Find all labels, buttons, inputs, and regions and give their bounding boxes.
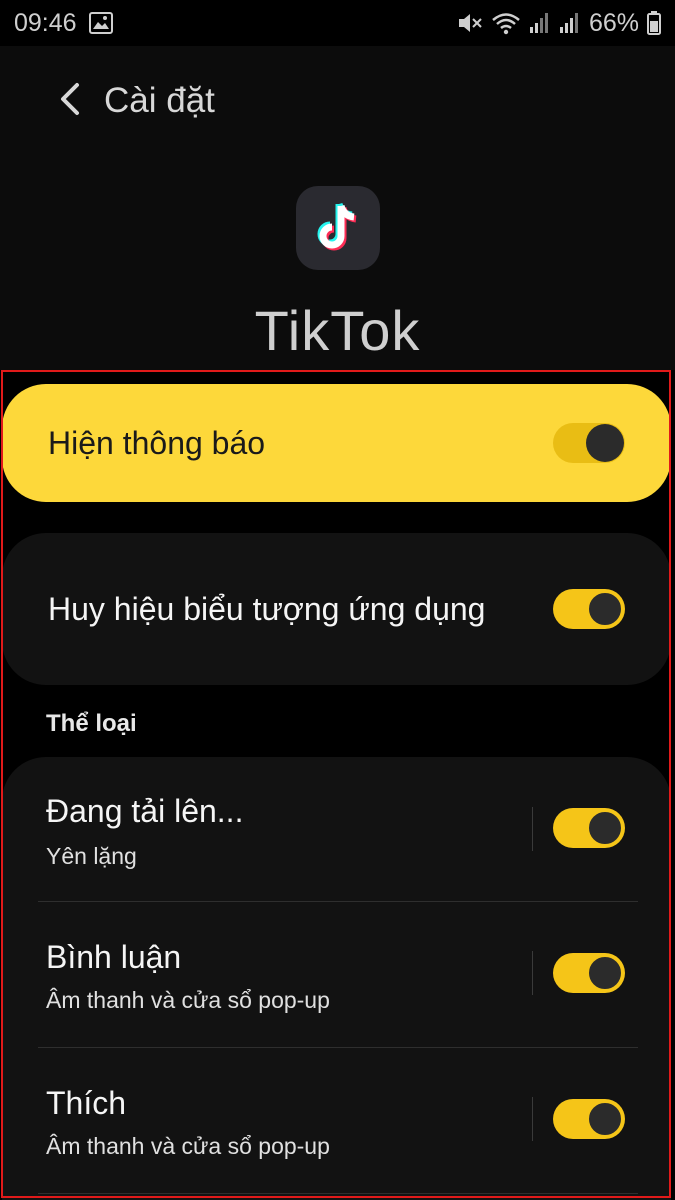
category-subtitle: Âm thanh và cửa sổ pop-up xyxy=(46,987,330,1013)
show-notifications-toggle[interactable] xyxy=(553,423,625,463)
status-time: 09:46 xyxy=(14,8,77,37)
toggle-knob xyxy=(586,424,624,462)
category-toggle-likes[interactable] xyxy=(553,1099,625,1139)
app-icon-badge-row[interactable]: Huy hiệu biểu tượng ứng dụng xyxy=(2,533,671,685)
category-subtitle: Yên lặng xyxy=(46,843,137,869)
category-subtitle: Âm thanh và cửa sổ pop-up xyxy=(46,1133,330,1159)
app-name: TikTok xyxy=(254,299,421,362)
status-bar: 09:46 66% xyxy=(0,0,675,46)
chevron-left-icon xyxy=(57,81,83,122)
tiktok-logo xyxy=(296,186,380,270)
wifi-icon xyxy=(491,11,521,35)
category-title: Thích xyxy=(46,1085,127,1121)
list-divider xyxy=(38,1047,638,1048)
signal-icon xyxy=(529,12,551,34)
app-header-area: Cài đặt TikTok xyxy=(0,46,675,370)
row-divider xyxy=(532,807,533,851)
category-title: Đang tải lên... xyxy=(46,793,244,829)
row-divider xyxy=(532,1097,533,1141)
category-row-comments[interactable]: Bình luận Âm thanh và cửa sổ pop-up xyxy=(2,903,671,1049)
list-divider xyxy=(38,1193,638,1194)
toggle-knob xyxy=(586,1100,624,1138)
category-toggle-comments[interactable] xyxy=(553,953,625,993)
row-divider xyxy=(532,951,533,995)
signal-icon xyxy=(559,12,581,34)
image-icon xyxy=(88,12,113,34)
battery-icon xyxy=(647,11,661,35)
categories-list: Đang tải lên... Yên lặng Bình luận Âm th… xyxy=(2,757,671,1200)
app-icon-badge-label: Huy hiệu biểu tượng ứng dụng xyxy=(48,591,486,627)
back-button[interactable] xyxy=(40,76,100,126)
show-notifications-label: Hiện thông báo xyxy=(48,424,266,461)
category-row-likes[interactable]: Thích Âm thanh và cửa sổ pop-up xyxy=(2,1049,671,1195)
category-row-uploading[interactable]: Đang tải lên... Yên lặng xyxy=(2,757,671,903)
category-toggle-uploading[interactable] xyxy=(553,808,625,848)
list-divider xyxy=(38,901,638,902)
app-icon-badge-toggle[interactable] xyxy=(553,589,625,629)
header: Cài đặt xyxy=(0,76,675,126)
battery-percent: 66% xyxy=(588,8,639,37)
categories-section-title: Thể loại xyxy=(46,710,137,737)
toggle-knob xyxy=(586,809,624,847)
mute-icon xyxy=(457,11,483,35)
toggle-knob xyxy=(586,590,624,628)
toggle-knob xyxy=(586,954,624,992)
show-notifications-row[interactable]: Hiện thông báo xyxy=(2,384,671,502)
category-title: Bình luận xyxy=(46,939,182,975)
page-title: Cài đặt xyxy=(104,81,215,120)
